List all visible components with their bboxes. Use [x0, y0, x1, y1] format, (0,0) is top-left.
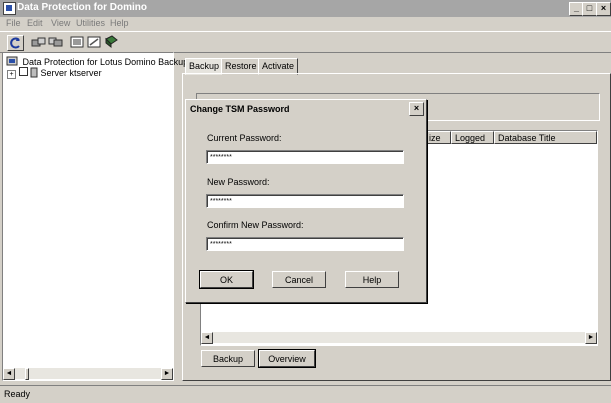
tree-pane: Data Protection for Lotus Domino Backup …	[2, 52, 188, 381]
list-scroll-right-icon[interactable]: ►	[585, 332, 597, 344]
confirm-password-field[interactable]: ********	[206, 237, 404, 251]
dialog-title: Change TSM Password	[190, 104, 290, 114]
cancel-button[interactable]: Cancel	[272, 271, 326, 288]
restore-icon[interactable]	[48, 35, 63, 49]
window-title: Data Protection for Domino	[17, 2, 148, 13]
menu-edit[interactable]: Edit	[27, 18, 43, 28]
column-size[interactable]: ize	[425, 131, 451, 144]
close-button[interactable]: ×	[596, 2, 611, 16]
menu-help[interactable]: Help	[110, 18, 129, 28]
ok-button[interactable]: OK	[199, 270, 254, 289]
tree-item-server[interactable]: + Server ktserver	[7, 67, 102, 79]
maximize-button[interactable]: □	[582, 2, 597, 16]
refresh-icon[interactable]	[7, 35, 24, 51]
server-icon	[30, 67, 38, 78]
tree-root-icon	[6, 56, 18, 66]
dialog-title-bar: Change TSM Password ×	[187, 101, 424, 117]
properties-icon[interactable]	[87, 35, 102, 49]
book-icon[interactable]	[104, 35, 119, 49]
title-bar: Data Protection for Domino _ □ ×	[0, 0, 611, 17]
new-password-field[interactable]: ********	[206, 194, 404, 208]
expand-icon[interactable]: +	[7, 70, 16, 79]
menu-file[interactable]: File	[6, 18, 21, 28]
menu-view[interactable]: View	[51, 18, 70, 28]
column-database-title[interactable]: Database Title	[494, 131, 597, 144]
confirm-password-label: Confirm New Password:	[207, 220, 304, 230]
list-scroll-left-icon[interactable]: ◄	[201, 332, 213, 344]
help-button[interactable]: Help	[345, 271, 399, 288]
tree-root[interactable]: Data Protection for Lotus Domino Backup	[6, 55, 188, 67]
status-bar: Ready	[0, 385, 611, 403]
status-text: Ready	[4, 389, 31, 399]
current-password-label: Current Password:	[207, 133, 282, 143]
backup-button[interactable]: Backup	[201, 350, 255, 367]
column-logged[interactable]: Logged	[451, 131, 494, 144]
tree-root-label: Data Protection for Lotus Domino Backup	[22, 57, 189, 67]
new-password-label: New Password:	[207, 177, 270, 187]
scroll-left-arrow-icon[interactable]: ◄	[3, 368, 15, 380]
change-password-dialog: Change TSM Password × Current Password: …	[185, 99, 427, 303]
menu-bar: File Edit View Utilities Help	[0, 17, 611, 30]
scroll-right-arrow-icon[interactable]: ►	[161, 368, 173, 380]
checkbox-icon[interactable]	[18, 67, 28, 76]
overview-button[interactable]: Overview	[258, 349, 316, 368]
scroll-thumb[interactable]	[25, 368, 29, 380]
menu-utilities[interactable]: Utilities	[76, 18, 105, 28]
list-icon[interactable]	[70, 35, 85, 49]
current-password-field[interactable]: ********	[206, 150, 404, 164]
app-icon	[3, 2, 16, 15]
tree-hscrollbar[interactable]: ◄ ►	[3, 368, 173, 380]
dialog-close-icon[interactable]: ×	[409, 102, 424, 116]
tree-item-server-label: Server ktserver	[40, 68, 102, 78]
backup-icon[interactable]	[31, 35, 46, 49]
toolbar	[0, 31, 611, 53]
list-hscrollbar[interactable]: ◄ ►	[201, 332, 597, 344]
